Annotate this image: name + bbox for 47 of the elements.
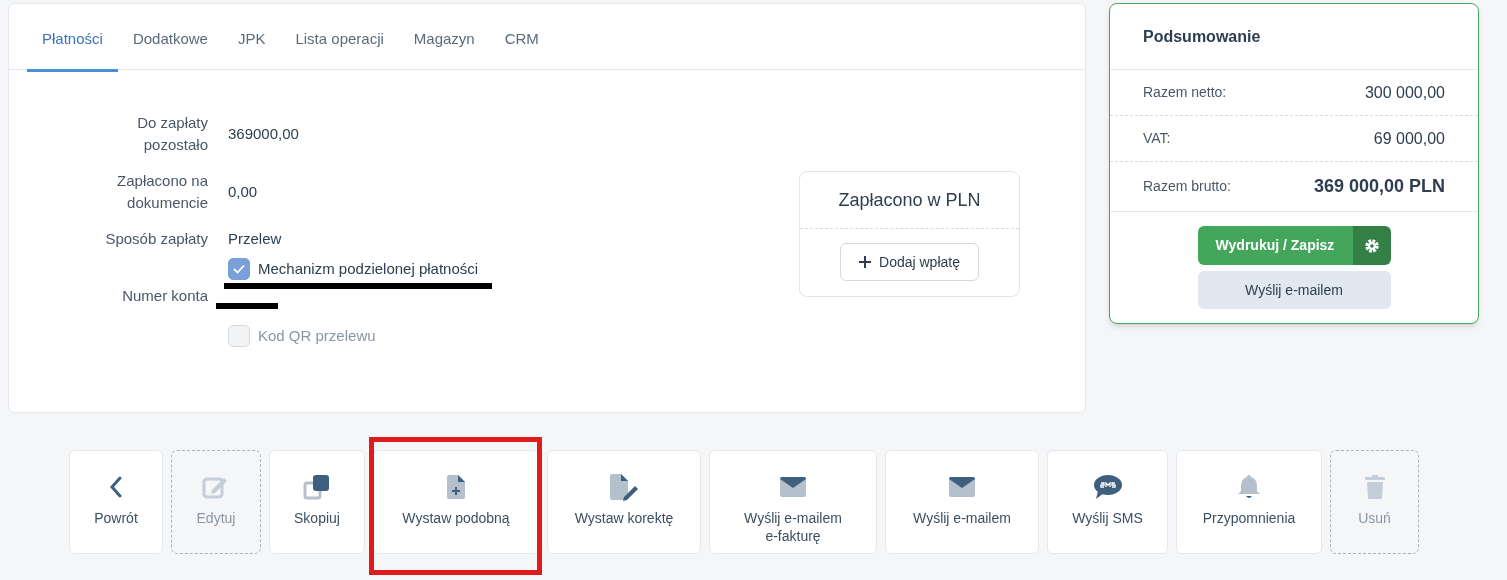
tab[interactable]: Płatności [27, 4, 118, 72]
panel-title: Zapłacono w PLN [800, 172, 1019, 229]
summary-label: Razem netto: [1143, 83, 1227, 102]
checkbox-label: Kod QR przelewu [258, 325, 376, 346]
field-label: Numer konta [121, 285, 208, 306]
action-button[interactable]: Skopiuj [269, 450, 365, 554]
tab[interactable]: Lista operacji [280, 4, 399, 72]
plus-icon [859, 256, 872, 268]
file-edit-icon [608, 473, 640, 501]
summary-label: Razem brutto: [1143, 177, 1231, 196]
field-value: Przelew [228, 229, 283, 249]
action-button[interactable]: Przypomnienia [1176, 450, 1322, 554]
settings-button[interactable] [1352, 226, 1391, 265]
action-button[interactable]: Wyślij e-mailem [885, 450, 1039, 554]
summary-value: 369 000,00 PLN [1313, 175, 1445, 198]
action-button[interactable]: Wyślij e-mailem e-fakturę [709, 450, 877, 554]
copy-icon [303, 474, 331, 500]
action-button[interactable]: Wyślij SMS [1047, 450, 1168, 554]
action-button[interactable]: Wystaw podobną [373, 450, 539, 554]
sms-bubble-icon [1092, 474, 1123, 500]
trash-icon [1363, 474, 1386, 500]
tab[interactable]: Magazyn [398, 4, 490, 72]
tab[interactable]: Dodatkowe [117, 4, 223, 72]
add-payment-button[interactable]: Dodaj wpłatę [840, 243, 979, 281]
action-button[interactable]: Powrót [69, 450, 163, 554]
envelope-icon [779, 476, 807, 498]
check-icon [233, 264, 245, 275]
tab[interactable]: JPK [222, 4, 281, 72]
field-label: Sposób zapłaty [104, 229, 208, 249]
summary-value: 300 000,00 [1364, 82, 1445, 103]
summary-label: VAT: [1143, 129, 1171, 148]
field-label: Zapłacono na dokumencie [116, 171, 208, 213]
send-email-button[interactable]: Wyślij e-mailem [1197, 271, 1391, 309]
bell-icon [1237, 474, 1261, 500]
chevron-left-icon [109, 476, 123, 498]
checkbox[interactable] [228, 258, 250, 281]
checkbox-label: Mechanizm podzielonej płatności [258, 259, 479, 279]
field-value: 369000,00 [228, 124, 299, 144]
file-plus-icon [445, 474, 467, 500]
field-value: 0,00 [228, 182, 258, 202]
tab[interactable]: CRM [489, 4, 554, 72]
envelope-icon [948, 476, 976, 498]
summary-value: 69 000,00 [1373, 128, 1445, 149]
field-label: Do zapłaty pozostało [136, 113, 208, 155]
summary-title: Podsumowanie [1143, 26, 1261, 47]
settings-icon [1363, 237, 1380, 254]
action-button[interactable]: Wystaw korektę [547, 450, 701, 554]
